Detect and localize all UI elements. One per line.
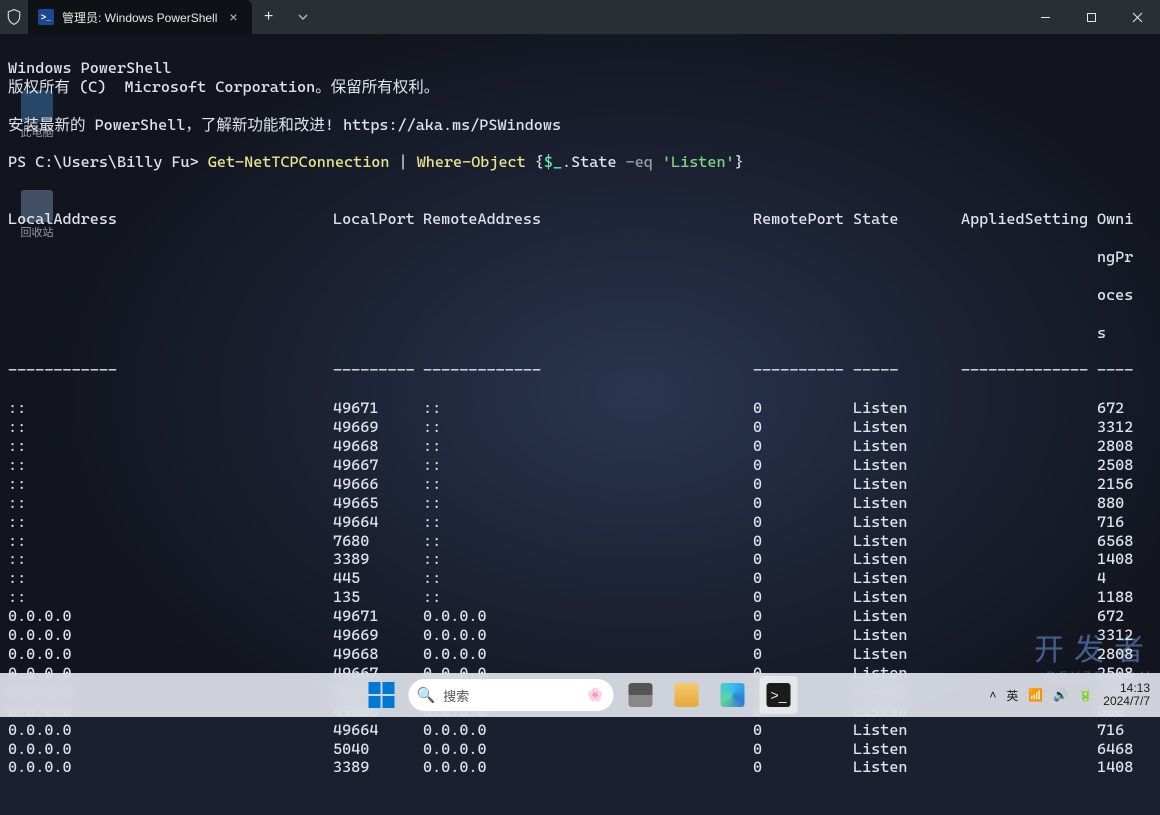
- table-row: ::49666::0Listen2156: [8, 475, 1152, 494]
- ps-banner-line3: 安装最新的 PowerShell，了解新功能和改进! https://aka.m…: [8, 116, 561, 134]
- tab-dropdown-button[interactable]: [286, 0, 320, 34]
- ps-banner-line1: Windows PowerShell: [8, 59, 171, 77]
- system-tray[interactable]: ˄ 英 📶 🔊 🔋 14:132024/7/7: [989, 682, 1150, 708]
- table-row: ::49671::0Listen672: [8, 399, 1152, 418]
- table-row: ::7680::0Listen6568: [8, 532, 1152, 551]
- search-icon: 🔍: [417, 686, 436, 704]
- table-row: 0.0.0.0496640.0.0.00Listen716: [8, 721, 1152, 740]
- close-window-button[interactable]: [1114, 0, 1160, 34]
- minimize-button[interactable]: [1022, 0, 1068, 34]
- prompt-line: PS C:\Users\Billy Fu> Get-NetTCPConnecti…: [8, 153, 744, 171]
- table-row: 0.0.0.0496710.0.0.00Listen672: [8, 607, 1152, 626]
- tab-close-button[interactable]: ×: [225, 9, 241, 25]
- battery-icon[interactable]: 🔋: [1078, 688, 1093, 702]
- volume-icon[interactable]: 🔊: [1053, 688, 1068, 702]
- table-header: LocalAddressLocalPortRemoteAddressRemote…: [8, 210, 1152, 229]
- titlebar-drag-region[interactable]: [320, 0, 1022, 34]
- table-dashes: ----------------------------------------…: [8, 361, 1152, 380]
- table-row: 0.0.0.033890.0.0.00Listen1408: [8, 758, 1152, 777]
- table-row: ::49665::0Listen880: [8, 494, 1152, 513]
- clock[interactable]: 14:132024/7/7: [1103, 682, 1150, 708]
- table-row: ::3389::0Listen1408: [8, 550, 1152, 569]
- window-titlebar[interactable]: >_ 管理员: Windows PowerShell × +: [0, 0, 1160, 34]
- ime-indicator[interactable]: 英: [1006, 687, 1018, 704]
- tray-overflow-icon[interactable]: ˄: [989, 688, 996, 702]
- search-decoration-icon: 🌸: [587, 687, 603, 703]
- edge-button[interactable]: [714, 676, 752, 714]
- search-placeholder: 搜索: [443, 686, 469, 705]
- powershell-icon: >_: [38, 9, 54, 25]
- table-row: ::49669::0Listen3312: [8, 418, 1152, 437]
- table-row: ::49664::0Listen716: [8, 513, 1152, 532]
- tab-active[interactable]: >_ 管理员: Windows PowerShell ×: [28, 0, 252, 34]
- wifi-icon[interactable]: 📶: [1028, 688, 1043, 702]
- table-row: ::49667::0Listen2508: [8, 456, 1152, 475]
- table-row: 0.0.0.0496690.0.0.00Listen3312: [8, 626, 1152, 645]
- ps-banner-line2: 版权所有 (C) Microsoft Corporation。保留所有权利。: [8, 78, 439, 96]
- table-row: 0.0.0.0496680.0.0.00Listen2808: [8, 645, 1152, 664]
- table-row: ::49668::0Listen2808: [8, 437, 1152, 456]
- maximize-button[interactable]: [1068, 0, 1114, 34]
- taskbar[interactable]: 🔍 搜索 🌸 >_ ˄ 英 📶 🔊 🔋 14:132024/7/7: [0, 673, 1160, 717]
- table-row: 0.0.0.050400.0.0.00Listen6468: [8, 740, 1152, 759]
- terminal-taskbar-button[interactable]: >_: [760, 676, 798, 714]
- start-button[interactable]: [363, 676, 401, 714]
- file-explorer-button[interactable]: [668, 676, 706, 714]
- table-row: ::445::0Listen4: [8, 569, 1152, 588]
- admin-shield-icon: [0, 0, 28, 34]
- new-tab-button[interactable]: +: [252, 0, 286, 34]
- task-view-button[interactable]: [622, 676, 660, 714]
- taskbar-search[interactable]: 🔍 搜索 🌸: [409, 679, 614, 711]
- tab-title: 管理员: Windows PowerShell: [62, 9, 217, 26]
- table-row: ::135::0Listen1188: [8, 588, 1152, 607]
